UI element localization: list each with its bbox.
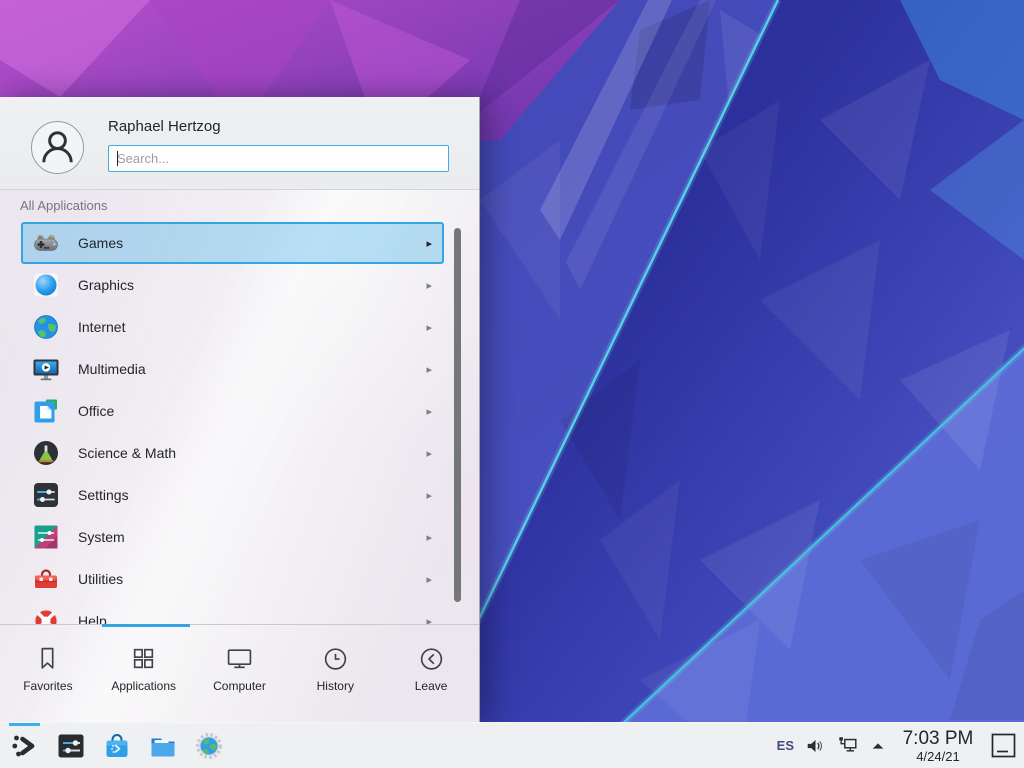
tab-history[interactable]: History <box>287 625 383 722</box>
tab-computer[interactable]: Computer <box>192 625 288 722</box>
category-help[interactable]: Help ▸ <box>21 600 444 624</box>
category-label: Games <box>78 235 123 251</box>
kde-launcher-icon <box>10 731 40 761</box>
application-launcher: Raphael Hertzog All Applications Games ▸ <box>0 97 480 722</box>
category-label: Science & Math <box>78 445 176 461</box>
clock-time: 7:03 PM <box>903 728 974 749</box>
multimedia-icon <box>32 355 60 383</box>
active-tab-indicator <box>102 624 190 627</box>
text-cursor <box>117 151 118 166</box>
category-multimedia[interactable]: Multimedia ▸ <box>21 348 444 390</box>
tab-label: Favorites <box>23 679 72 693</box>
keyboard-layout-indicator[interactable]: ES <box>777 738 794 753</box>
user-icon <box>32 122 83 173</box>
search-input[interactable] <box>109 146 448 171</box>
category-games[interactable]: Games ▸ <box>21 222 444 264</box>
launcher-tabbar: Favorites Applications Computer History <box>0 624 479 722</box>
clock-date: 4/24/21 <box>916 749 959 764</box>
submenu-arrow-icon: ▸ <box>426 363 432 376</box>
category-label: Help <box>78 613 107 624</box>
tab-label: Computer <box>213 679 266 693</box>
category-settings[interactable]: Settings ▸ <box>21 474 444 516</box>
clock-icon <box>322 645 349 672</box>
section-label: All Applications <box>20 198 107 213</box>
category-label: Settings <box>78 487 129 503</box>
launcher-header: Raphael Hertzog <box>0 97 479 190</box>
active-app-indicator <box>9 723 40 726</box>
scrollbar-track[interactable] <box>454 228 461 602</box>
search-box <box>108 145 449 172</box>
bookmark-icon <box>34 645 61 672</box>
office-icon <box>32 397 60 425</box>
submenu-arrow-icon: ▸ <box>426 615 432 625</box>
show-desktop-button[interactable] <box>991 733 1016 758</box>
tab-favorites[interactable]: Favorites <box>0 625 96 722</box>
system-settings-button[interactable] <box>55 723 86 768</box>
scrollbar-thumb[interactable] <box>454 228 461 602</box>
category-office[interactable]: Office ▸ <box>21 390 444 432</box>
graphics-icon <box>32 271 60 299</box>
category-utilities[interactable]: Utilities ▸ <box>21 558 444 600</box>
submenu-arrow-icon: ▸ <box>426 447 432 460</box>
taskbar: ES 7:03 PM 4/24/21 <box>0 722 1024 768</box>
tab-applications[interactable]: Applications <box>96 625 192 722</box>
submenu-arrow-icon: ▸ <box>426 531 432 544</box>
browser-globe-icon <box>194 731 224 761</box>
volume-icon[interactable] <box>806 737 825 755</box>
tab-label: Applications <box>111 679 176 693</box>
tray-expander-icon[interactable] <box>871 741 885 750</box>
taskbar-apps <box>9 723 224 768</box>
science-icon <box>32 439 60 467</box>
submenu-arrow-icon: ▸ <box>426 321 432 334</box>
category-label: System <box>78 529 125 545</box>
category-list: Games ▸ Graphics ▸ Internet <box>0 222 479 624</box>
network-icon[interactable] <box>837 736 859 755</box>
application-launcher-button[interactable] <box>9 723 40 768</box>
grid-icon <box>130 645 157 672</box>
submenu-arrow-icon: ▸ <box>426 237 432 250</box>
category-system[interactable]: System ▸ <box>21 516 444 558</box>
show-desktop-icon <box>991 733 1016 758</box>
file-manager-button[interactable] <box>147 723 178 768</box>
submenu-arrow-icon: ▸ <box>426 489 432 502</box>
category-label: Internet <box>78 319 125 335</box>
monitor-icon <box>226 645 253 672</box>
tab-leave[interactable]: Leave <box>383 625 479 722</box>
discover-button[interactable] <box>101 723 132 768</box>
internet-icon <box>32 313 60 341</box>
games-icon <box>32 229 60 257</box>
category-label: Utilities <box>78 571 123 587</box>
system-tray: ES 7:03 PM 4/24/21 <box>777 723 1016 768</box>
folder-icon <box>148 731 178 761</box>
category-graphics[interactable]: Graphics ▸ <box>21 264 444 306</box>
settings-icon <box>32 481 60 509</box>
user-name: Raphael Hertzog <box>108 118 221 135</box>
utilities-icon <box>32 565 60 593</box>
submenu-arrow-icon: ▸ <box>426 573 432 586</box>
leave-icon <box>418 645 445 672</box>
tab-label: Leave <box>415 679 448 693</box>
system-icon <box>32 523 60 551</box>
discover-icon <box>102 731 132 761</box>
user-avatar[interactable] <box>31 121 84 174</box>
category-internet[interactable]: Internet ▸ <box>21 306 444 348</box>
system-settings-icon <box>56 731 86 761</box>
category-label: Office <box>78 403 114 419</box>
web-browser-button[interactable] <box>193 723 224 768</box>
category-label: Graphics <box>78 277 134 293</box>
tab-label: History <box>317 679 354 693</box>
submenu-arrow-icon: ▸ <box>426 405 432 418</box>
help-icon <box>32 607 60 624</box>
submenu-arrow-icon: ▸ <box>426 279 432 292</box>
category-science-math[interactable]: Science & Math ▸ <box>21 432 444 474</box>
category-label: Multimedia <box>78 361 146 377</box>
digital-clock[interactable]: 7:03 PM 4/24/21 <box>897 728 979 764</box>
